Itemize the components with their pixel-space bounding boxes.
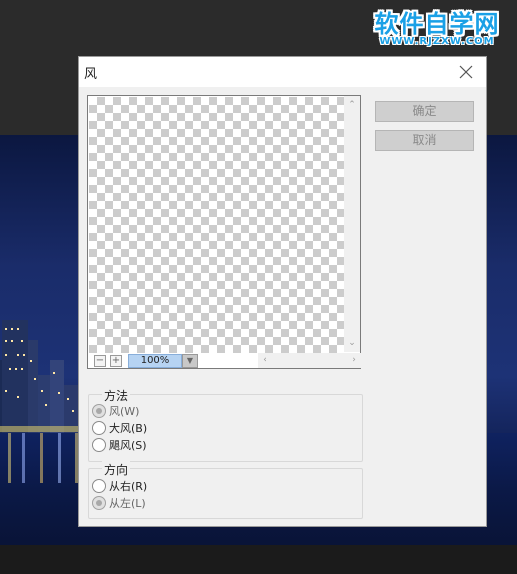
zoom-out-button[interactable]: − xyxy=(94,355,106,367)
radio-label: 飓风(S) xyxy=(109,439,147,452)
light-reflection xyxy=(58,433,61,483)
radio-button[interactable] xyxy=(92,404,106,418)
chevron-right-icon[interactable]: › xyxy=(349,355,359,365)
vertical-scrollbar[interactable]: ⌃ ⌄ xyxy=(344,96,360,352)
chevron-up-icon[interactable]: ⌃ xyxy=(347,100,357,110)
method-group-label: 方法 xyxy=(102,387,131,404)
logo-url: WWW.RJZXW.COM xyxy=(379,36,495,47)
radio-label: 大风(B) xyxy=(109,422,148,435)
transparent-preview-canvas[interactable] xyxy=(89,97,345,353)
cancel-button[interactable]: 取消 xyxy=(375,130,474,151)
direction-group-label: 方向 xyxy=(102,461,131,478)
chevron-down-icon[interactable]: ▼ xyxy=(182,354,198,368)
method-option-stagger[interactable]: 飓风(S) xyxy=(92,437,147,453)
light-reflection xyxy=(22,433,25,483)
radio-button[interactable] xyxy=(92,496,106,510)
site-watermark-logo: 软件自学网 WWW.RJZXW.COM xyxy=(362,4,512,50)
preview-area[interactable]: ⌃ ⌄ − + 100% ▼ ‹ › xyxy=(87,95,361,369)
wind-filter-dialog: 风 ⌃ ⌄ − + 100% ▼ ‹ › 确定 取消 方法 风(W) 大风(B)… xyxy=(78,56,487,527)
light-reflection xyxy=(8,433,11,483)
ok-button[interactable]: 确定 xyxy=(375,101,474,122)
chevron-left-icon[interactable]: ‹ xyxy=(260,355,270,365)
radio-label: 风(W) xyxy=(109,405,140,418)
method-option-wind[interactable]: 风(W) xyxy=(92,403,139,419)
logo-title: 软件自学网 xyxy=(374,10,500,38)
direction-option-right[interactable]: 从右(R) xyxy=(92,478,147,494)
radio-button[interactable] xyxy=(92,479,106,493)
direction-option-left[interactable]: 从左(L) xyxy=(92,495,146,511)
radio-button[interactable] xyxy=(92,421,106,435)
dialog-title: 风 xyxy=(84,67,98,82)
method-group: 方法 风(W) 大风(B) 飓风(S) xyxy=(88,387,363,462)
bottom-dark-band xyxy=(0,545,517,574)
radio-label: 从左(L) xyxy=(109,497,146,510)
close-icon[interactable] xyxy=(458,64,474,80)
zoom-level-field[interactable]: 100% xyxy=(128,354,182,368)
light-reflection xyxy=(40,433,43,483)
horizontal-scrollbar[interactable]: ‹ › xyxy=(258,353,361,368)
radio-button[interactable] xyxy=(92,438,106,452)
radio-label: 从右(R) xyxy=(109,480,148,493)
zoom-in-button[interactable]: + xyxy=(110,355,122,367)
direction-group: 方向 从右(R) 从左(L) xyxy=(88,461,363,519)
chevron-down-icon[interactable]: ⌄ xyxy=(347,338,357,348)
title-bar: 风 xyxy=(79,57,486,87)
method-option-blast[interactable]: 大风(B) xyxy=(92,420,147,436)
